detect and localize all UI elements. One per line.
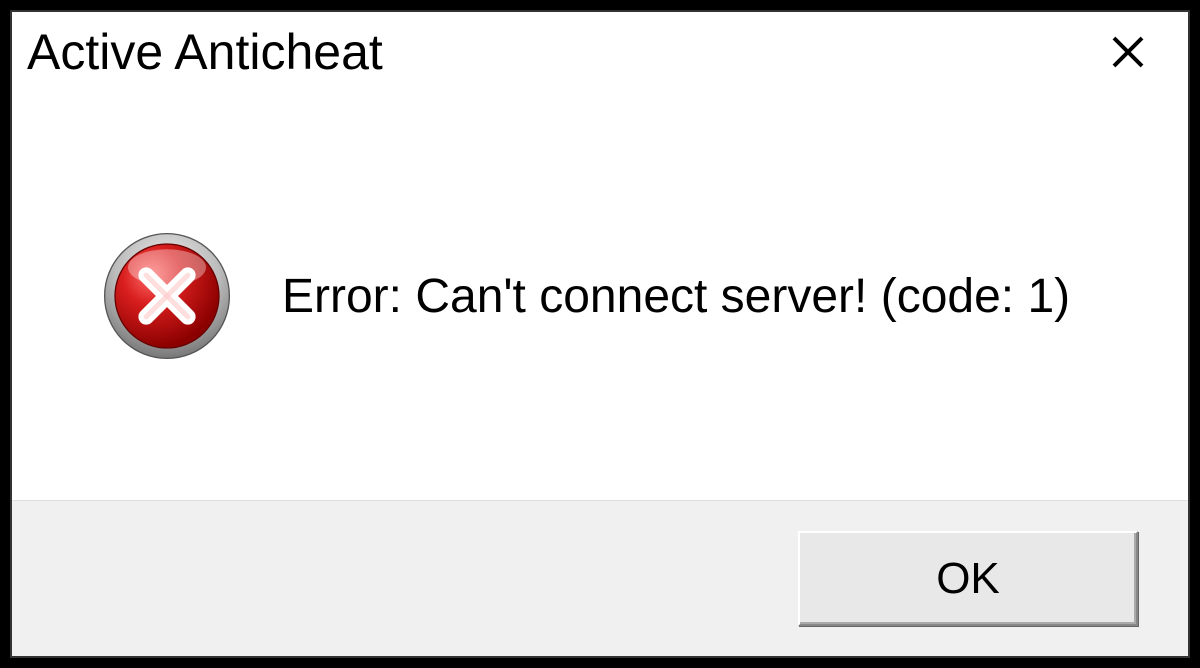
titlebar: Active Anticheat [12,12,1188,92]
dialog-title: Active Anticheat [27,23,383,81]
dialog-content: Error: Can't connect server! (code: 1) [12,92,1188,500]
dialog-window: Active Anticheat [10,10,1190,658]
close-button[interactable] [1098,22,1158,82]
error-message: Error: Can't connect server! (code: 1) [282,269,1070,324]
error-icon [102,231,232,361]
close-icon [1108,32,1148,72]
ok-button[interactable]: OK [798,531,1138,626]
button-bar: OK [12,500,1188,656]
